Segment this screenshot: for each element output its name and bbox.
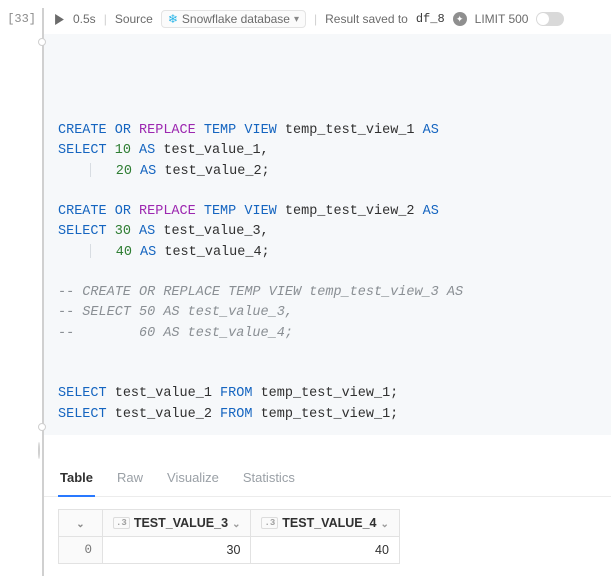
type-badge: .3: [113, 517, 130, 529]
code-editor[interactable]: CREATE OR REPLACE TEMP VIEW temp_test_vi…: [44, 34, 611, 435]
cell-output: Table Raw Visualize Statistics ⌄ .3 TEST_VALU…: [44, 435, 611, 576]
chevron-down-icon: ⌄: [76, 519, 84, 530]
run-icon[interactable]: [54, 14, 65, 25]
cell-toolbar: 0.5s | Source ❄ Snowflake database ▾ | R…: [44, 8, 611, 34]
tab-table[interactable]: Table: [58, 464, 95, 497]
run-time: 0.5s: [73, 12, 96, 26]
tab-statistics[interactable]: Statistics: [241, 464, 297, 496]
tab-raw[interactable]: Raw: [115, 464, 145, 496]
chevron-down-icon: ⌄: [381, 519, 389, 530]
row-index: 0: [59, 536, 103, 563]
fold-dot[interactable]: [38, 38, 46, 46]
table-corner[interactable]: ⌄: [59, 509, 103, 536]
column-header[interactable]: .3 TEST_VALUE_4 ⌄: [251, 509, 399, 536]
result-var[interactable]: df_8: [416, 12, 445, 26]
table-row: 03040: [59, 536, 400, 563]
limit-toggle[interactable]: [536, 12, 564, 26]
chevron-down-icon: ▾: [294, 14, 299, 25]
chevron-down-icon: ⌄: [232, 519, 240, 530]
snowflake-icon: ❄: [168, 12, 178, 26]
column-name: TEST_VALUE_3: [134, 516, 228, 530]
datasource-chip[interactable]: ❄ Snowflake database ▾: [161, 10, 306, 28]
cell-value: 40: [251, 536, 399, 563]
source-label: Source: [115, 12, 153, 26]
tab-visualize[interactable]: Visualize: [165, 464, 221, 496]
cell-value: 30: [103, 536, 251, 563]
datasource-name: Snowflake database: [182, 12, 290, 26]
column-name: TEST_VALUE_4: [282, 516, 376, 530]
column-header[interactable]: .3 TEST_VALUE_3 ⌄: [103, 509, 251, 536]
result-saved-label: Result saved to: [325, 12, 408, 26]
limit-label: LIMIT 500: [475, 12, 529, 26]
cell-exec-count: [33]: [4, 8, 42, 576]
compass-icon[interactable]: ✦: [453, 12, 467, 26]
result-table: ⌄ .3 TEST_VALUE_3 ⌄ .3 TEST_VALUE_4 ⌄ 03040: [58, 509, 400, 564]
fold-dot[interactable]: [38, 442, 40, 459]
type-badge: .3: [261, 517, 278, 529]
output-tabs: Table Raw Visualize Statistics: [44, 458, 611, 497]
fold-dot[interactable]: [38, 423, 46, 431]
